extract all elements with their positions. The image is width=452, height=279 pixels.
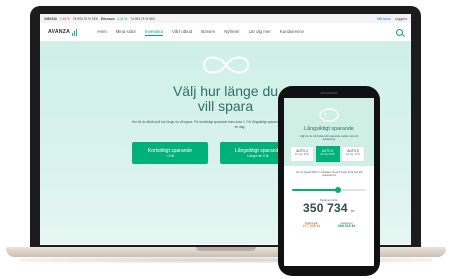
phone-header: Långsiktigt sparande Välj hur du vill fö… (284, 98, 374, 166)
nav-item-invest[interactable]: Investera (144, 29, 164, 36)
nav-item-my-pages[interactable]: Mina sidor (116, 29, 136, 36)
phone-speaker (320, 92, 338, 94)
tab-auto-6[interactable]: AUTO 6 För dig i 15 år (341, 146, 365, 162)
login-link[interactable]: Logga in (395, 17, 407, 21)
tab-sublabel: För dig i 25 år (320, 154, 335, 156)
stat-value: 277 000 kr (302, 224, 321, 229)
ticker-label: Ericsson (101, 16, 115, 21)
my-account-link[interactable]: Mitt konto (377, 17, 391, 21)
piggy-bank-icon (319, 108, 339, 122)
nav-item-news[interactable]: Nyheter (224, 29, 239, 36)
product-mockup: OMXS30 2.45 % 78 993,75 % SEK Ericsson 2… (0, 0, 452, 279)
phone-screen: Långsiktigt sparande Välj hur du vill fö… (284, 98, 374, 266)
phone-subtitle: Välj hur du vill fördela ditt sparande m… (299, 135, 359, 142)
short-term-savings-button[interactable]: Kortsiktigt sparande < 5 år (132, 142, 208, 164)
laptop-notch (196, 247, 256, 251)
tab-sublabel: För dig i 15 år (345, 154, 361, 156)
auto-tabs: AUTO 4 För dig i 35 år AUTO 5 För dig i … (290, 146, 365, 162)
main-nav: AVANZA Hem Mina sidor Investera Vårt utb… (40, 23, 411, 42)
nav-item-home[interactable]: Hem (97, 29, 106, 36)
search-icon[interactable] (396, 28, 403, 36)
nav-item-market[interactable]: Börsen (201, 29, 215, 36)
slider-handle[interactable] (334, 187, 341, 193)
ticker-change: 2.11 % (117, 16, 128, 21)
savings-note: Om du sparar 500 kr i månaden i Auto 5 u… (295, 171, 363, 178)
avanza-logo[interactable]: AVANZA (48, 28, 78, 36)
infinity-icon (202, 56, 250, 74)
nav-item-customer-service[interactable]: Kundservice (280, 29, 304, 36)
tab-auto-5[interactable]: AUTO 5 För dig i 25 år (315, 146, 340, 162)
ticker-change: 2.45 % (59, 16, 70, 21)
button-sublabel: < 5 år (165, 154, 175, 158)
savings-slider[interactable] (292, 187, 366, 193)
result-block: Beräknat värde 350 734 kr (284, 199, 374, 217)
phone-title: Långsiktigt sparande (304, 126, 354, 132)
ticker-bar: OMXS30 2.45 % 78 993,75 % SEK Ericsson 2… (40, 14, 411, 23)
button-sublabel: Längre än 5 år (247, 154, 269, 158)
logo-text: AVANZA (48, 29, 71, 35)
amount-unit: kr (351, 208, 356, 213)
stat-value: 408 019 kr (337, 224, 356, 229)
slider-fill (292, 189, 338, 191)
amount-value: 350 734 (302, 201, 348, 215)
logo-bars-icon (72, 28, 78, 36)
nav-items: Hem Mina sidor Investera Vårt utbud Börs… (97, 29, 304, 36)
result-amount: 350 734 kr (284, 202, 374, 217)
tab-auto-4[interactable]: AUTO 4 För dig i 35 år (290, 146, 314, 162)
stat-return: Avkastning 408 019 kr (338, 222, 355, 229)
phone-device: Långsiktigt sparande Välj hur du vill fö… (278, 86, 380, 276)
ticker-extra: 78 993,75 % SEK (72, 16, 99, 21)
stat-deposits: Insättningar 277 000 kr (303, 222, 320, 229)
hero-buttons: Kortsiktigt sparande < 5 år Långsiktigt … (132, 142, 296, 164)
nav-item-offering[interactable]: Vårt utbud (172, 29, 192, 36)
ticker-extra: 74 993,75 % SEK (130, 16, 156, 21)
ticker-label: OMXS30 (44, 16, 57, 21)
result-stats: Insättningar 277 000 kr Avkastning 408 0… (284, 217, 374, 229)
tab-sublabel: För dig i 35 år (294, 154, 310, 156)
nav-item-learn[interactable]: Lär dig mer (249, 29, 271, 36)
